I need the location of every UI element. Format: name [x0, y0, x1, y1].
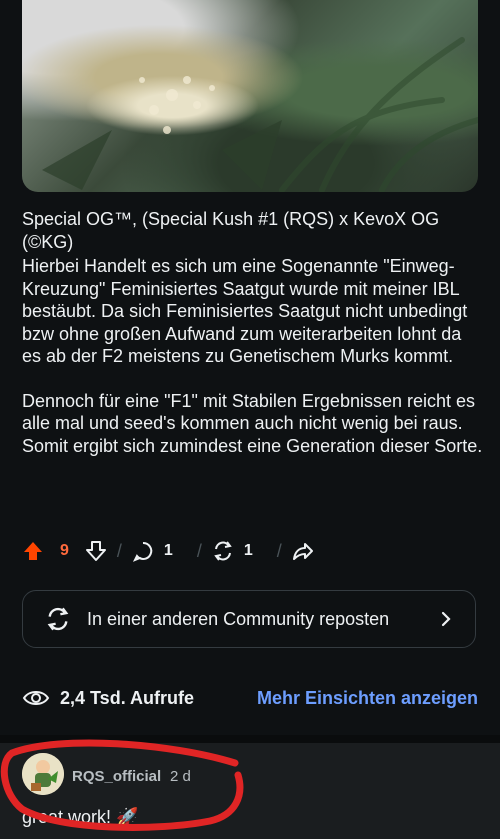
share-button[interactable] [292, 540, 314, 562]
post-image[interactable] [22, 0, 478, 192]
avatar-icon [22, 753, 64, 795]
chevron-right-icon [441, 611, 451, 627]
view-count: 2,4 Tsd. Aufrufe [60, 687, 195, 708]
repost-community-button[interactable]: In einer anderen Community reposten [22, 590, 476, 648]
upvote-button[interactable] [22, 540, 44, 562]
comment-count: 1 [163, 542, 173, 559]
post-actions: 9 / 1 / 1 / [22, 534, 482, 568]
insights-row: 2,4 Tsd. Aufrufe Mehr Einsichten anzeige… [22, 684, 478, 712]
separator: / [116, 540, 122, 561]
separator: / [196, 540, 202, 561]
comment-author[interactable]: RQS_official [72, 768, 161, 785]
repost-community-label: In einer anderen Community reposten [87, 608, 390, 629]
avatar[interactable] [22, 753, 64, 795]
comment[interactable]: RQS_official 2 d great work! 🚀 [0, 743, 500, 839]
share-icon [292, 543, 313, 560]
comment-time: 2 d [170, 768, 191, 785]
downvote-icon [85, 541, 106, 561]
repost-icon [47, 607, 69, 631]
eye-icon [22, 691, 50, 705]
repost-icon [214, 541, 232, 561]
repost-button[interactable]: 1 [212, 540, 253, 562]
comment-text: great work! 🚀 [22, 807, 139, 827]
more-insights-link[interactable]: Mehr Einsichten anzeigen [257, 688, 478, 709]
section-divider [0, 735, 500, 743]
upvote-count: 9 [60, 542, 69, 559]
bud-illustration [42, 37, 478, 192]
downvote-button[interactable] [85, 540, 107, 562]
repost-count: 1 [243, 542, 253, 559]
post-body: Hierbei Handelt es sich um eine Sogenann… [22, 255, 484, 479]
post-paragraph: Hierbei Handelt es sich um eine Sogenann… [22, 256, 468, 366]
comment-icon [132, 541, 153, 562]
comments-button[interactable]: 1 [132, 540, 173, 562]
post-title: Special OG™, (Special Kush #1 (RQS) x Ke… [22, 209, 440, 252]
post-paragraph: Dennoch für eine "F1" mit Stabilen Ergeb… [22, 390, 483, 456]
separator: / [276, 540, 282, 561]
upvote-icon [24, 542, 42, 560]
